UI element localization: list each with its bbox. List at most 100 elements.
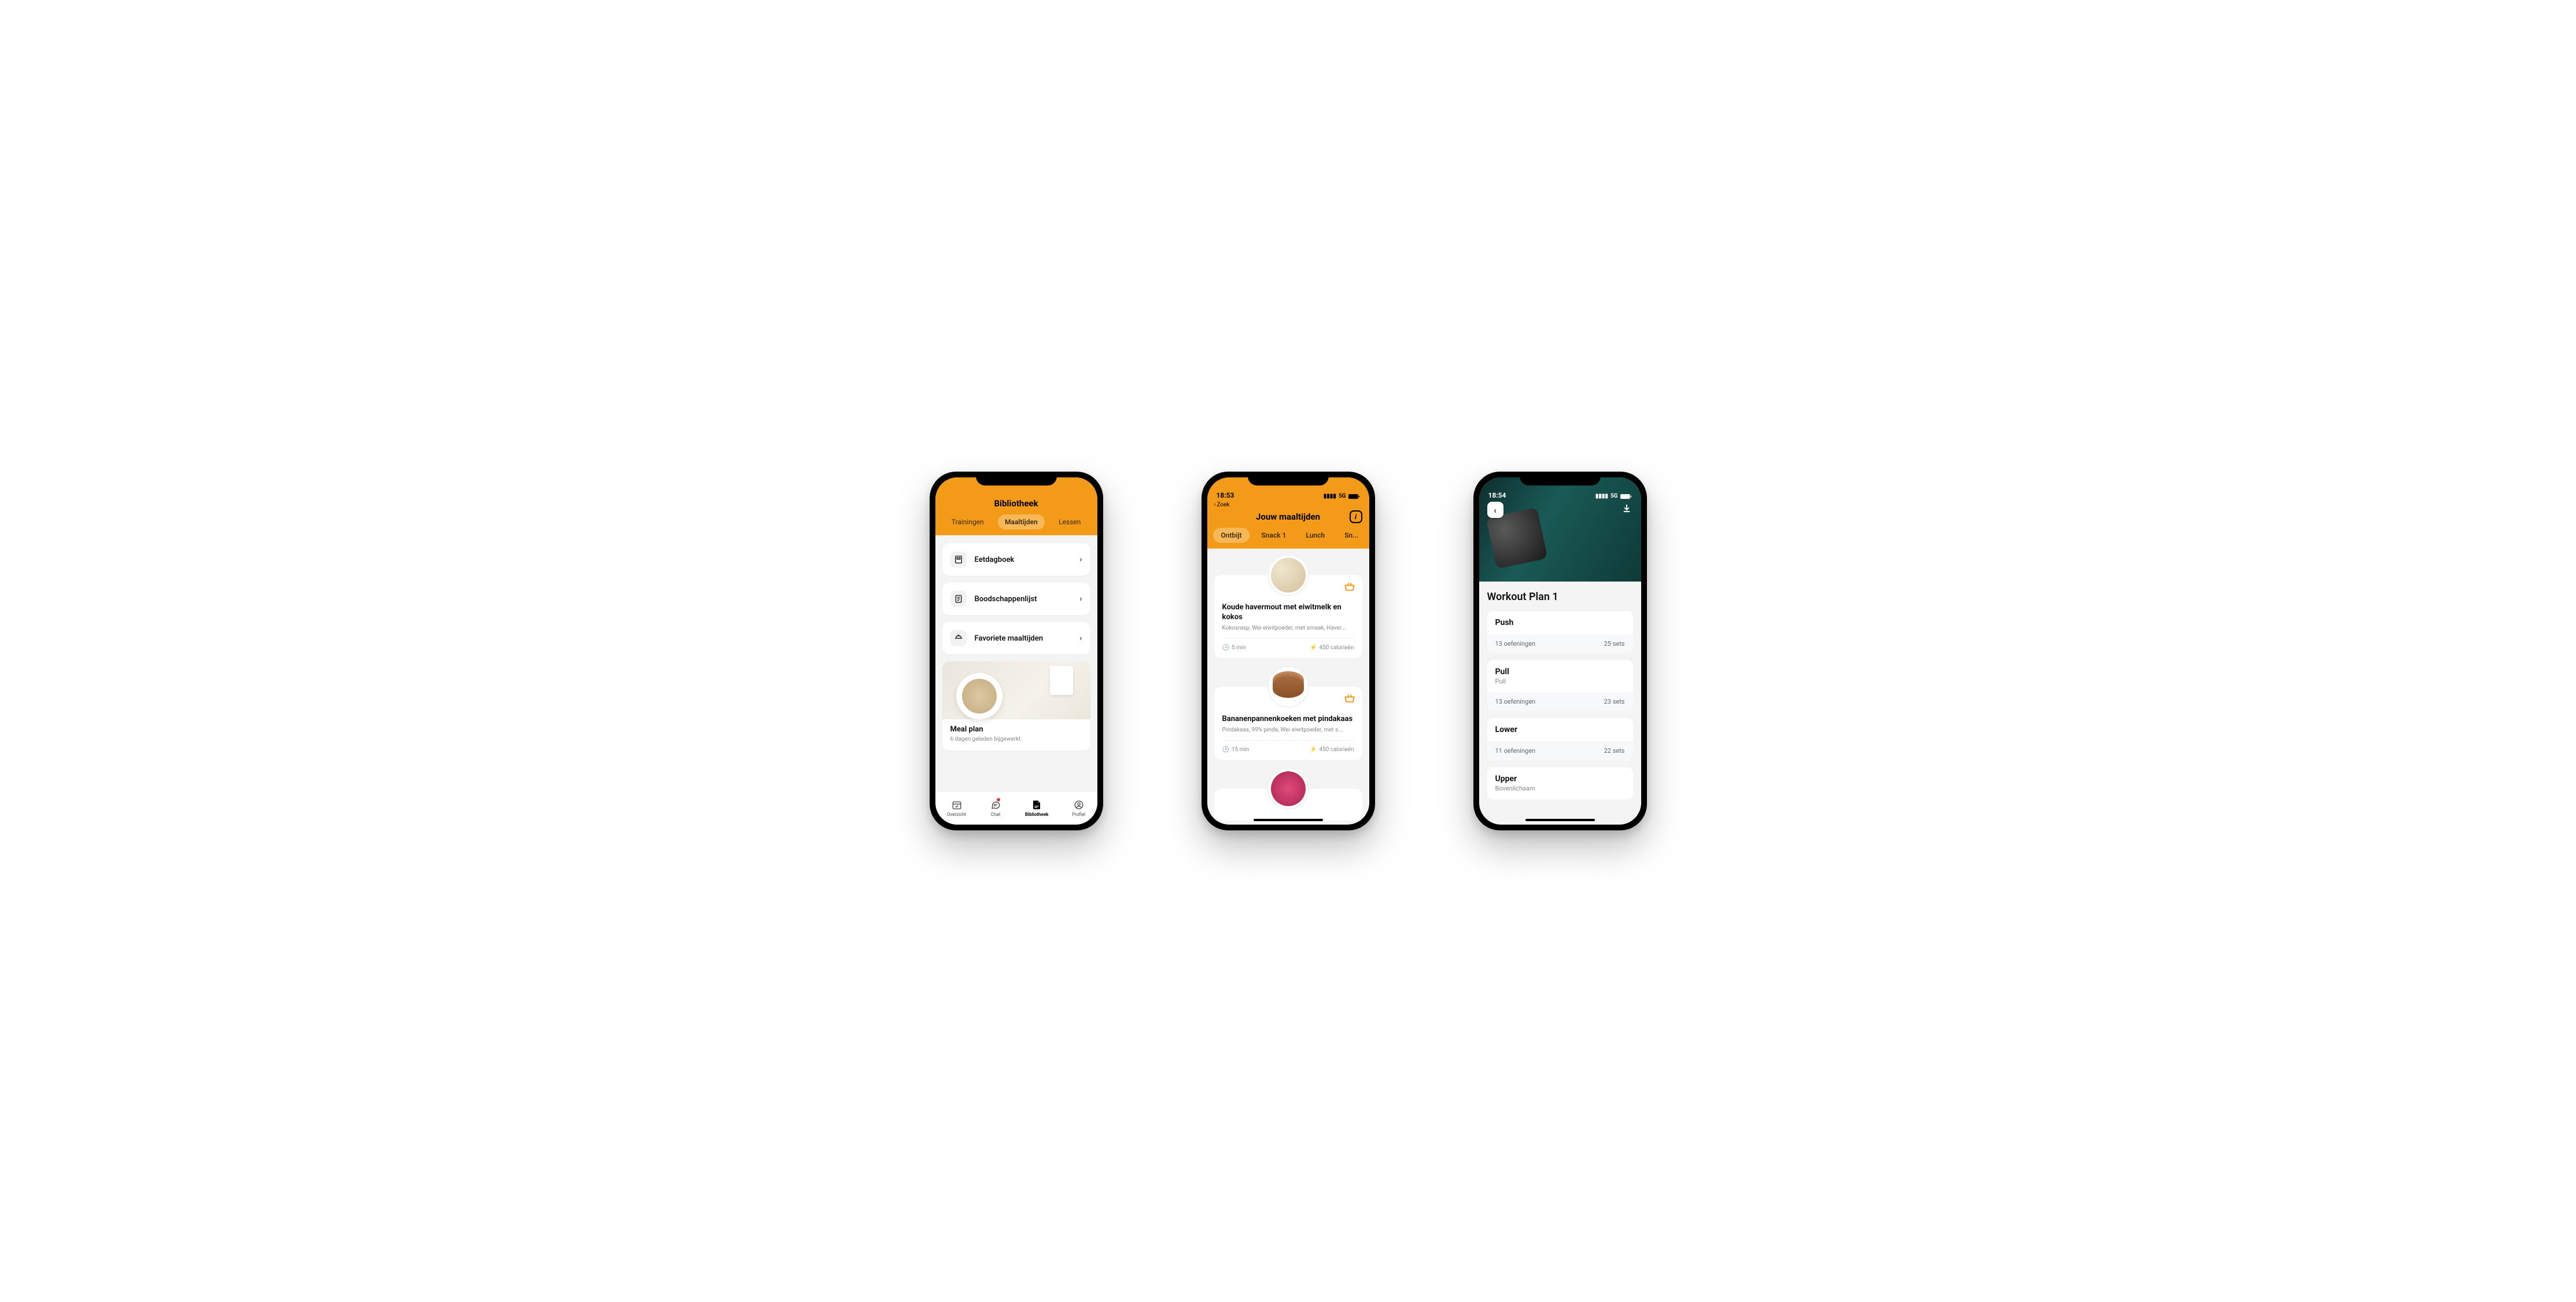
row-food-diary[interactable]: Eetdagboek ›: [942, 543, 1090, 576]
meal-meta: 🕒 5 min ⚡ 450 calorieën: [1222, 638, 1354, 651]
screen-library: Bibliotheek Trainingen Maaltijden Lessen…: [935, 477, 1097, 825]
clock-icon: 🕒: [1222, 645, 1229, 651]
flame-icon: ⚡: [1310, 746, 1317, 753]
workout-day-card[interactable]: Pull Pull 13 oefeningen 23 sets: [1487, 660, 1633, 711]
chevron-right-icon: ›: [1079, 594, 1082, 604]
phone-notch: [1520, 472, 1601, 486]
book-icon: [950, 551, 967, 568]
calories-value: 450 calorieën: [1319, 746, 1354, 753]
workout-plan-title: Workout Plan 1: [1487, 591, 1633, 603]
pancakes-graphic: [1273, 676, 1304, 698]
card-header: Pull Pull: [1487, 660, 1633, 687]
download-button[interactable]: [1621, 503, 1632, 513]
clock-icon: 🕒: [1222, 746, 1229, 753]
tab-trainings[interactable]: Trainingen: [945, 514, 991, 529]
workout-day-card[interactable]: Push 13 oefeningen 25 sets: [1487, 611, 1633, 653]
tab-meals[interactable]: Maaltijden: [998, 514, 1045, 529]
flame-icon: ⚡: [1310, 645, 1317, 651]
screen-meals: 18:53 ▮▮▮▮ 5G ‹ Zoek Jouw maaltijden i O…: [1207, 477, 1369, 825]
info-button[interactable]: i: [1350, 510, 1362, 523]
tabbar-label: Overzicht: [947, 812, 966, 817]
network-label: 5G: [1339, 493, 1346, 499]
oatmeal-bowl-graphic: [956, 673, 1003, 719]
smoothie-graphic: [1271, 771, 1306, 806]
time-value: 15 min: [1232, 746, 1249, 753]
meal-ingredients: Kokosrasp, Wei eiwitpoeder, met smaak, H…: [1222, 625, 1354, 631]
dish-icon: [950, 630, 967, 646]
row-grocery-list[interactable]: Boodschappenlijst ›: [942, 583, 1090, 615]
meal-plan-card[interactable]: Meal plan 6 dagen geleden bijgewerkt: [942, 661, 1090, 751]
signal-icon: ▮▮▮▮: [1595, 493, 1608, 499]
meal-image: [1267, 768, 1309, 810]
tabbar-library[interactable]: Bibliotheek: [1025, 799, 1049, 817]
meal-card-partial[interactable]: [1214, 789, 1362, 821]
card-header: Upper Bovenlichaam: [1487, 767, 1633, 799]
card-header: Push: [1487, 611, 1633, 630]
calories-value: 450 calorieën: [1319, 645, 1354, 651]
workout-subtitle: Pull: [1495, 678, 1625, 685]
pill-snack1[interactable]: Snack 1: [1253, 528, 1294, 543]
home-indicator[interactable]: [1525, 819, 1595, 821]
tabbar-profile[interactable]: Profiel: [1072, 799, 1085, 817]
home-indicator[interactable]: [1254, 819, 1323, 821]
workout-day-card[interactable]: Upper Bovenlichaam: [1487, 767, 1633, 799]
battery-icon: [1620, 494, 1632, 499]
meal-image: [1267, 666, 1309, 708]
add-to-basket-button[interactable]: [1344, 581, 1355, 593]
meals-nav: ‹ Zoek Jouw maaltijden i: [1207, 501, 1369, 528]
card-footer: 13 oefeningen 23 sets: [1487, 692, 1633, 711]
phone-notch: [976, 472, 1057, 486]
meal-calories: ⚡ 450 calorieën: [1310, 746, 1354, 753]
meal-meta: 🕒 15 min ⚡ 450 calorieën: [1222, 740, 1354, 753]
tabbar-label: Chat: [991, 812, 1001, 817]
network-label: 5G: [1611, 493, 1618, 499]
time-value: 5 min: [1232, 645, 1246, 651]
meal-plan-text: Meal plan 6 dagen geleden bijgewerkt: [942, 719, 1090, 751]
meal-title: Bananenpannenkoeken met pindakaas: [1222, 715, 1354, 724]
workout-name: Push: [1495, 618, 1625, 627]
page-title: Bibliotheek: [935, 495, 1097, 514]
status-right: ▮▮▮▮ 5G: [1595, 493, 1632, 499]
meal-ingredients: Pindakaas, 99% pinda, Wei eiwitpoeder, m…: [1222, 727, 1354, 733]
bottom-tabbar: Overzicht Chat Bibliotheek Profiel: [935, 791, 1097, 825]
library-category-tabs: Trainingen Maaltijden Lessen: [935, 514, 1097, 535]
back-button[interactable]: ‹ Zoek: [1214, 502, 1362, 508]
chevron-right-icon: ›: [1079, 634, 1082, 643]
first-card-offset: Koude havermout met eiwitmelk en kokos K…: [1214, 552, 1362, 821]
status-time: 18:53: [1217, 491, 1234, 499]
phone-mockup-workout: 18:54 ▮▮▮▮ 5G ‹ Workout Plan 1: [1473, 472, 1647, 830]
workout-body[interactable]: Workout Plan 1 Push 13 oefeningen 25 set…: [1479, 582, 1641, 825]
workout-name: Lower: [1495, 725, 1625, 734]
pill-lunch[interactable]: Lunch: [1298, 528, 1333, 543]
card-header: Lower: [1487, 718, 1633, 737]
tab-lessons[interactable]: Lessen: [1052, 514, 1088, 529]
phone-notch: [1248, 472, 1329, 486]
meal-card[interactable]: Koude havermout met eiwitmelk en kokos K…: [1214, 575, 1362, 658]
dumbbell-graphic: [1491, 512, 1566, 576]
meal-plan-image: [942, 661, 1090, 719]
pill-breakfast[interactable]: Ontbijt: [1213, 528, 1250, 543]
exercise-count: 11 oefeningen: [1495, 747, 1536, 755]
chevron-left-icon: ‹: [1494, 505, 1497, 516]
meal-card[interactable]: Bananenpannenkoeken met pindakaas Pindak…: [1214, 687, 1362, 760]
meal-time: 🕒 15 min: [1222, 746, 1250, 753]
workout-day-card[interactable]: Lower 11 oefeningen 22 sets: [1487, 718, 1633, 760]
receipt-icon: [950, 591, 967, 607]
page-title: Jouw maaltijden: [1227, 512, 1350, 522]
sets-count: 25 sets: [1604, 640, 1625, 648]
phone-mockup-library: Bibliotheek Trainingen Maaltijden Lessen…: [930, 472, 1103, 830]
meal-plan-title: Meal plan: [950, 725, 1082, 734]
row-favorite-meals[interactable]: Favoriete maaltijden ›: [942, 622, 1090, 654]
back-button[interactable]: ‹: [1487, 502, 1503, 518]
meals-list[interactable]: Koude havermout met eiwitmelk en kokos K…: [1207, 549, 1369, 821]
meal-title: Koude havermout met eiwitmelk en kokos: [1222, 603, 1354, 623]
add-to-basket-button[interactable]: [1344, 693, 1355, 704]
pill-snack2[interactable]: Sn...: [1336, 528, 1366, 543]
screen-workout: 18:54 ▮▮▮▮ 5G ‹ Workout Plan 1: [1479, 477, 1641, 825]
row-label: Favoriete maaltijden: [975, 634, 1080, 643]
milk-cup-graphic: [1050, 666, 1073, 695]
tabbar-chat[interactable]: Chat: [990, 799, 1001, 817]
signal-icon: ▮▮▮▮: [1324, 493, 1336, 499]
tabbar-overview[interactable]: Overzicht: [947, 799, 966, 817]
card-footer: 11 oefeningen 22 sets: [1487, 741, 1633, 760]
